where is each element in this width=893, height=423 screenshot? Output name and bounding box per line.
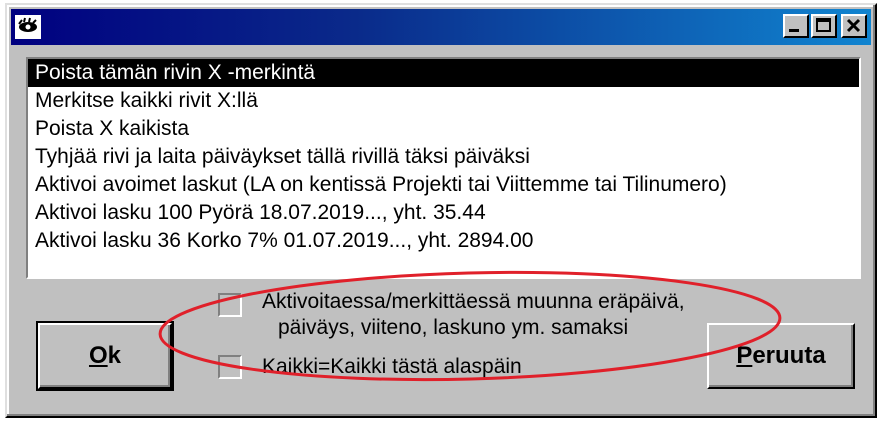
list-item[interactable]: Aktivoi lasku 100 Pyörä 18.07.2019..., y… bbox=[28, 199, 859, 227]
list-item[interactable]: Poista X kaikista bbox=[28, 115, 859, 143]
eye-icon[interactable] bbox=[15, 15, 41, 39]
all-below-label: Kaikki=Kaikki tästä alaspäin bbox=[262, 355, 522, 378]
action-list[interactable]: Poista tämän rivin X -merkintä Merkitse k… bbox=[26, 57, 861, 279]
list-item[interactable]: Tyhjää rivi ja laita päiväykset tällä ri… bbox=[28, 143, 859, 171]
cancel-button[interactable]: Peruuta bbox=[707, 323, 855, 389]
convert-label-line2: päiväys, viiteno, laskuno ym. samaksi bbox=[278, 316, 629, 339]
cancel-label: eruuta bbox=[752, 342, 826, 369]
minimize-icon bbox=[789, 29, 799, 32]
list-item[interactable]: Aktivoi lasku 36 Korko 7% 01.07.2019...,… bbox=[28, 227, 859, 255]
title-bar[interactable] bbox=[11, 9, 871, 45]
minimize-button[interactable] bbox=[783, 14, 809, 38]
list-item[interactable]: Poista tämän rivin X -merkintä bbox=[28, 59, 859, 87]
close-icon bbox=[846, 18, 861, 33]
convert-label-line1: Aktivoitaessa/merkittäessä muunna eräpäi… bbox=[262, 290, 685, 313]
convert-checkbox[interactable] bbox=[218, 293, 242, 317]
ok-mnemonic: O bbox=[88, 342, 108, 369]
all-below-checkbox[interactable] bbox=[218, 355, 242, 379]
list-item[interactable]: Aktivoi avoimet laskut (LA on kentissä P… bbox=[28, 171, 859, 199]
cancel-mnemonic: P bbox=[736, 342, 753, 369]
ok-button[interactable]: Ok bbox=[36, 321, 174, 391]
maximize-icon bbox=[816, 18, 831, 32]
dialog-window: Poista tämän rivin X -merkintä Merkitse k… bbox=[5, 3, 877, 418]
list-item[interactable]: Merkitse kaikki rivit X:llä bbox=[28, 87, 859, 115]
ok-label: k bbox=[107, 342, 122, 369]
close-button[interactable] bbox=[841, 14, 867, 38]
maximize-button[interactable] bbox=[811, 14, 837, 38]
